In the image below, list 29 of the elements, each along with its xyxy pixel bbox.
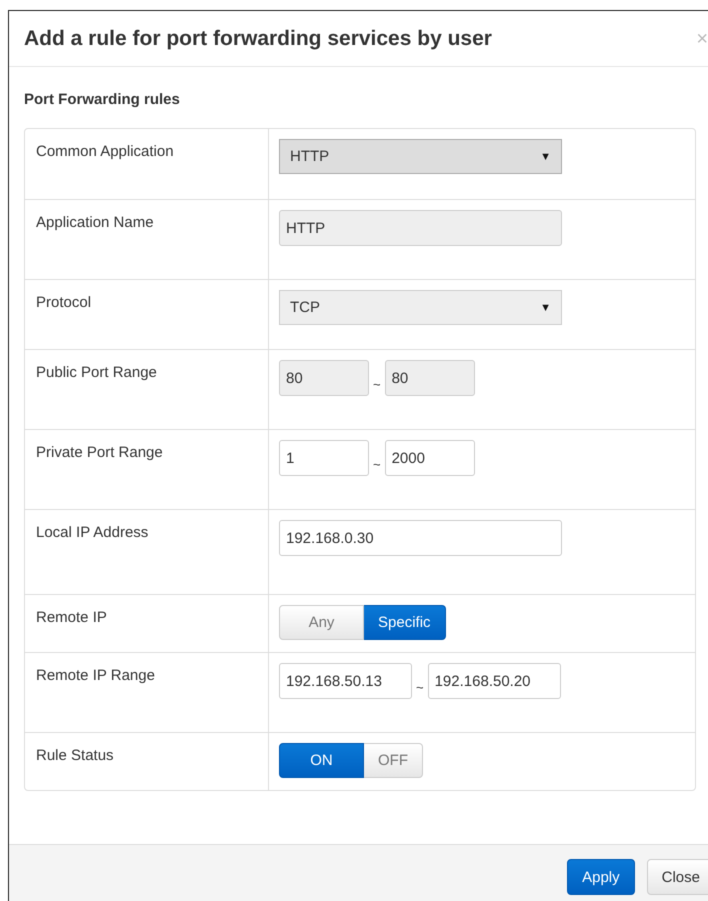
apply-button[interactable]: Apply <box>567 859 635 895</box>
field-label: Remote IP Range <box>36 667 155 684</box>
field-label: Public Port Range <box>36 364 157 381</box>
field-label: Protocol <box>36 294 92 311</box>
input-field[interactable]: 192.168.0.30 <box>279 520 562 556</box>
range-separator: ~ <box>372 457 382 474</box>
range-end-field[interactable]: 192.168.50.20 <box>428 663 561 699</box>
field-label: Remote IP <box>36 609 107 626</box>
caret-icon: ▼ <box>540 302 551 314</box>
range-separator: ~ <box>415 680 425 697</box>
dropdown[interactable]: TCP ▼ <box>279 290 562 325</box>
dismiss-button[interactable]: Close <box>646 859 708 895</box>
toggle-option[interactable]: OFF <box>364 743 423 778</box>
field-label: Local IP Address <box>36 524 148 541</box>
field-label: Private Port Range <box>36 444 163 461</box>
section-title: Port Forwarding rules <box>24 91 181 108</box>
field-label: Application Name <box>36 214 154 231</box>
toggle-option[interactable]: Any <box>279 605 364 640</box>
dropdown[interactable]: HTTP ▼ <box>279 139 562 174</box>
toggle-option[interactable]: Specific <box>364 605 446 640</box>
range-start-field[interactable]: 1 <box>279 440 369 476</box>
range-end-field[interactable]: 2000 <box>384 440 475 476</box>
field-label: Rule Status <box>36 747 114 764</box>
range-start-field[interactable]: 192.168.50.13 <box>279 663 412 699</box>
range-separator: ~ <box>372 377 382 394</box>
field-label: Common Application <box>36 143 174 160</box>
caret-icon: ▼ <box>540 150 551 162</box>
toggle-option[interactable]: ON <box>279 743 364 778</box>
dialog-title: Add a rule for port forwarding services by user <box>24 26 492 50</box>
